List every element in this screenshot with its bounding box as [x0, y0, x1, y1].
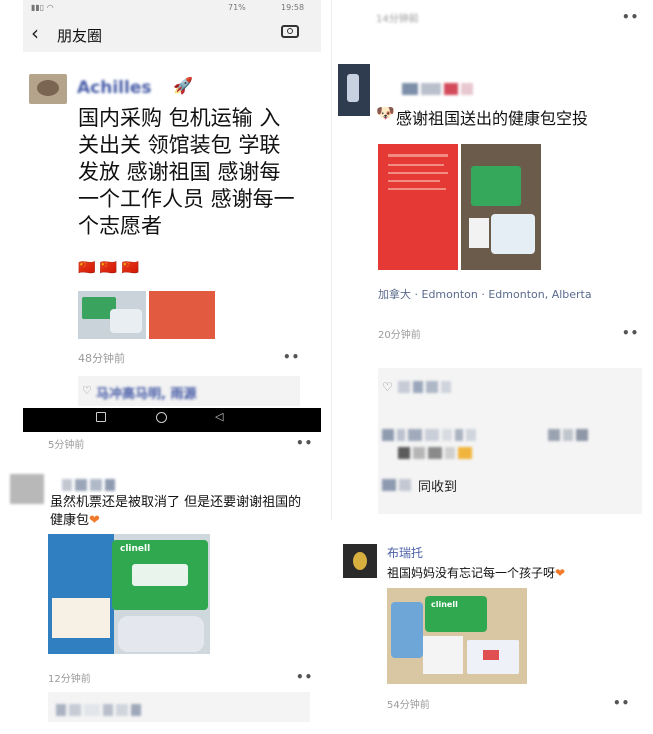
more-options-icon[interactable]: •• — [296, 670, 313, 684]
orange-heart-icon: ❤ — [89, 513, 100, 528]
battery-level: 71% — [228, 3, 246, 12]
orange-heart-icon: ❤ — [555, 566, 566, 580]
post-text: 祖国妈妈没有忘记每一个孩子呀❤ — [387, 566, 566, 580]
comment-pixelated — [398, 444, 475, 463]
username-pixelated — [402, 80, 476, 99]
username[interactable]: 布瑞托 — [387, 544, 423, 561]
back-arrow-icon[interactable]: ‹ — [31, 21, 39, 45]
post-text: 虽然机票还是被取消了 但是还要谢谢祖国的健康包❤ — [50, 495, 302, 528]
screenshot-moments-4: 布瑞托 祖国妈妈没有忘记每一个孩子呀❤ clinell 54分钟前 •• — [331, 530, 653, 734]
recent-apps-icon[interactable] — [96, 412, 106, 422]
avatar[interactable] — [338, 64, 370, 116]
comments-area — [48, 692, 310, 722]
post-time: 20分钟前 — [378, 330, 421, 341]
screenshot-moments-2: 14分钟前 •• 🐶 感谢祖国送出的健康包空投 加拿大 · Edmonton ·… — [331, 0, 653, 520]
doge-emoji-icon: 🐶 — [376, 104, 395, 122]
more-options-icon[interactable]: •• — [296, 436, 313, 450]
heart-icon: ♡ — [82, 384, 92, 397]
more-options-icon[interactable]: •• — [283, 350, 300, 364]
post-time: 54分钟前 — [387, 700, 430, 711]
comments-area: ♡ 同收到 — [378, 368, 642, 514]
username-pixelated — [62, 476, 118, 495]
photo-thumbnail[interactable] — [461, 144, 541, 270]
screenshot-moments-3: 5分钟前 •• 虽然机票还是被取消了 但是还要谢谢祖国的健康包❤ clinell… — [0, 432, 328, 734]
camera-icon[interactable] — [281, 25, 299, 38]
android-navbar: ◁ — [23, 408, 321, 432]
likes-pixelated — [398, 378, 454, 397]
screenshot-moments-1: ▮▮▯ ◠ 71% 19:58 ‹ 朋友圈 Achilles 🚀 国内采购 包机… — [23, 0, 321, 432]
post-text: 感谢祖国送出的健康包空投 — [396, 109, 589, 128]
reply-author-pixelated — [382, 476, 414, 495]
page-title: 朋友圈 — [57, 27, 103, 45]
more-options-icon[interactable]: •• — [622, 10, 639, 24]
post-text: 国内采购 包机运输 入关出关 领馆装包 学联发放 感谢祖国 感谢每一个工作人员 … — [78, 106, 295, 238]
more-options-icon[interactable]: •• — [613, 696, 630, 710]
comment-pixelated — [56, 701, 144, 720]
flag-icons: 🇨🇳 🇨🇳 🇨🇳 — [78, 260, 140, 276]
post-time: 14分钟前 — [376, 14, 419, 25]
clock: 19:58 — [281, 3, 305, 12]
username[interactable]: Achilles — [77, 78, 151, 98]
avatar[interactable] — [29, 74, 67, 104]
more-options-icon[interactable]: •• — [622, 326, 639, 340]
product-brand: clinell — [120, 544, 151, 554]
moments-header: ‹ 朋友圈 — [23, 16, 321, 52]
post-time: 48分钟前 — [78, 352, 125, 365]
photo-thumbnail[interactable] — [149, 291, 215, 339]
location-tag[interactable]: 加拿大 · Edmonton · Edmonton, Alberta — [378, 286, 592, 302]
comment-pixelated — [548, 426, 591, 445]
status-bar: ▮▮▯ ◠ 71% 19:58 — [23, 0, 321, 16]
avatar[interactable] — [343, 544, 377, 578]
comment-preview: ♡ 马冲高马明, 雨源 — [78, 376, 300, 406]
post-time: 5分钟前 — [48, 440, 85, 451]
photo-thumbnail[interactable]: clinell — [48, 534, 210, 654]
post-time: 12分钟前 — [48, 674, 91, 685]
photo-thumbnail[interactable]: clinell — [387, 588, 527, 684]
back-nav-icon[interactable]: ◁ — [215, 410, 223, 423]
reply-text: 同收到 — [418, 480, 458, 495]
photo-thumbnail[interactable] — [78, 291, 146, 339]
photo-thumbnail[interactable] — [378, 144, 458, 270]
comment-names: 马冲高马明, 雨源 — [96, 387, 197, 402]
product-brand: clinell — [431, 600, 458, 609]
heart-icon: ♡ — [382, 380, 393, 394]
rocket-icon: 🚀 — [173, 76, 193, 95]
avatar[interactable] — [10, 474, 44, 504]
comment-pixelated — [382, 426, 479, 445]
home-icon[interactable] — [156, 412, 167, 423]
